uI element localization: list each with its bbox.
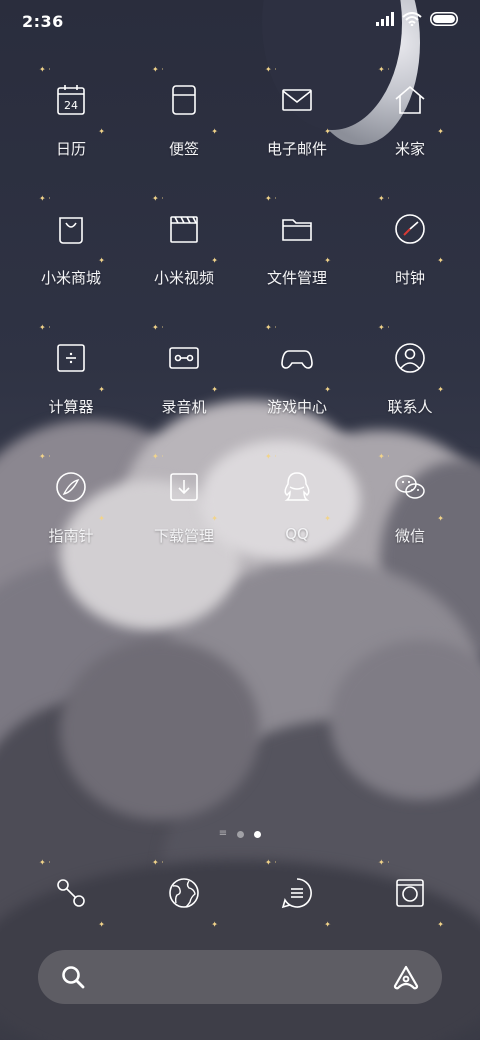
phone-icon: ✦ · ✦	[39, 858, 105, 929]
qq-penguin-icon: ✦ · ✦	[265, 452, 331, 523]
notes-icon: ✦ · ✦	[152, 65, 218, 136]
dock-messages[interactable]: ✦ · ✦	[247, 858, 347, 929]
app-label: 便签	[168, 140, 199, 158]
home-icon: ✦ · ✦	[378, 65, 444, 136]
app-downloads[interactable]: ✦ · ✦ 下载管理	[134, 452, 234, 546]
page-list-icon[interactable]: ≡	[219, 829, 227, 839]
app-email[interactable]: ✦ · ✦ 电子邮件	[247, 65, 347, 159]
app-label: 联系人	[387, 398, 433, 416]
contacts-icon: ✦ · ✦	[378, 323, 444, 394]
app-label: 电子邮件	[266, 140, 327, 158]
download-icon: ✦ · ✦	[152, 452, 218, 523]
app-label: QQ	[285, 525, 309, 543]
dock-phone[interactable]: ✦ · ✦	[21, 858, 121, 929]
app-file-manager[interactable]: ✦ · ✦ 文件管理	[247, 194, 347, 288]
status-icons	[376, 12, 460, 26]
dock-browser[interactable]: ✦ · ✦	[134, 858, 234, 929]
cellular-signal-icon	[376, 12, 394, 26]
browser-globe-icon: ✦ · ✦	[152, 858, 218, 929]
shopping-bag-icon: ✦ · ✦	[39, 194, 105, 265]
app-compass[interactable]: ✦ · ✦ 指南针	[21, 452, 121, 546]
dock-camera[interactable]: ✦ · ✦	[360, 858, 460, 929]
app-calculator[interactable]: ✦ · ✦ 计算器	[21, 323, 121, 417]
app-wechat[interactable]: ✦ · ✦ 微信	[360, 452, 460, 546]
email-icon: ✦ · ✦	[265, 65, 331, 136]
search-bar[interactable]	[38, 950, 442, 1004]
status-time: 2:36	[22, 12, 64, 31]
app-recorder[interactable]: ✦ · ✦ 录音机	[134, 323, 234, 417]
app-label: 计算器	[48, 398, 94, 416]
app-label: 微信	[394, 527, 425, 545]
gamepad-icon: ✦ · ✦	[265, 323, 331, 394]
app-qq[interactable]: ✦ · ✦ QQ	[247, 452, 347, 544]
app-label: 日历	[55, 140, 86, 158]
app-label: 游戏中心	[266, 398, 327, 416]
battery-icon	[430, 12, 458, 26]
app-calendar[interactable]: ✦ · ✦ 24 日历	[21, 65, 121, 159]
app-clock[interactable]: ✦ · ✦ 时钟	[360, 194, 460, 288]
messages-icon: ✦ · ✦	[265, 858, 331, 929]
page-indicator: ≡	[0, 829, 480, 839]
page-dot-active[interactable]	[254, 830, 262, 838]
app-notes[interactable]: ✦ · ✦ 便签	[134, 65, 234, 159]
app-label: 文件管理	[266, 269, 327, 287]
assistant-icon[interactable]	[392, 964, 420, 990]
app-label: 指南针	[48, 527, 94, 545]
app-game-center[interactable]: ✦ · ✦ 游戏中心	[247, 323, 347, 417]
app-label: 录音机	[161, 398, 207, 416]
app-label: 小米商城	[40, 269, 101, 287]
wechat-icon: ✦ · ✦	[378, 452, 444, 523]
compass-icon: ✦ · ✦	[39, 452, 105, 523]
calendar-icon: ✦ · ✦ 24	[39, 65, 105, 136]
page-dot[interactable]	[237, 830, 245, 838]
camera-icon: ✦ · ✦	[378, 858, 444, 929]
wifi-icon	[402, 12, 422, 26]
app-label: 小米视频	[153, 269, 214, 287]
app-label: 下载管理	[153, 527, 214, 545]
clock-icon: ✦ · ✦	[378, 194, 444, 265]
calculator-icon: ✦ · ✦	[39, 323, 105, 394]
app-mi-store[interactable]: ✦ · ✦ 小米商城	[21, 194, 121, 288]
app-mi-home[interactable]: ✦ · ✦ 米家	[360, 65, 460, 159]
folder-icon: ✦ · ✦	[265, 194, 331, 265]
app-mi-video[interactable]: ✦ · ✦ 小米视频	[134, 194, 234, 288]
app-label: 时钟	[394, 269, 425, 287]
app-label: 米家	[394, 140, 425, 158]
app-contacts[interactable]: ✦ · ✦ 联系人	[360, 323, 460, 417]
search-icon[interactable]	[60, 964, 86, 990]
status-bar: 2:36	[0, 0, 480, 44]
recorder-icon: ✦ · ✦	[152, 323, 218, 394]
video-clapper-icon: ✦ · ✦	[152, 194, 218, 265]
svg-text:24: 24	[64, 99, 78, 112]
